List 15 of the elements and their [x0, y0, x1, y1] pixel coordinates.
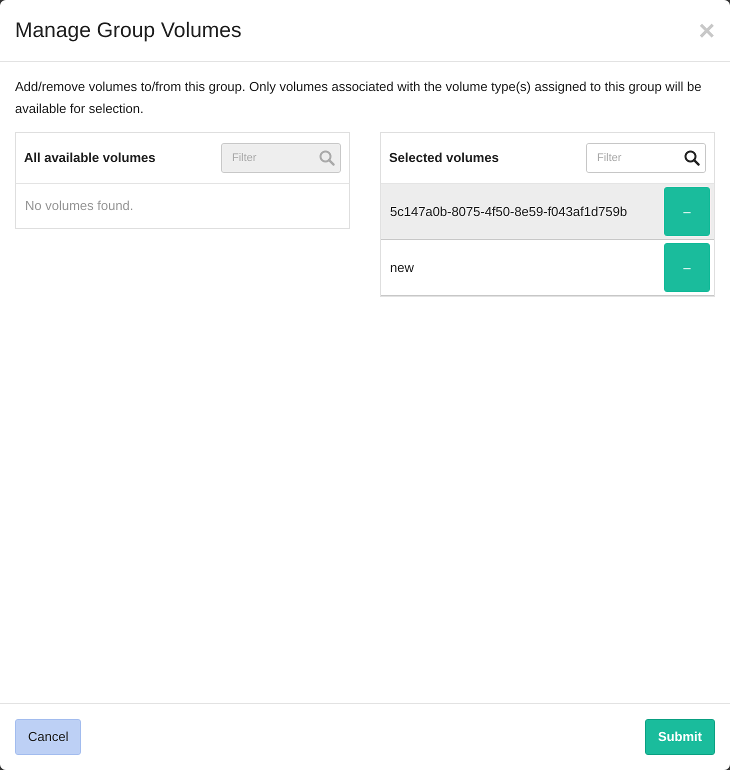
- submit-button[interactable]: Submit: [644, 719, 715, 755]
- empty-message: No volumes found.: [24, 197, 134, 215]
- panel-heading: All available volumes: [24, 149, 156, 168]
- description-text: Add/remove volumes to/from this group. Only volumes associated with the volume type(s) assigned to this group will be available for selection.: [15, 78, 702, 118]
- filter-field[interactable]: Filter: [586, 143, 706, 173]
- remove-button[interactable]: –: [664, 243, 710, 292]
- search-icon: [684, 150, 700, 166]
- search-icon: [319, 150, 335, 166]
- panel-heading: Selected volumes: [389, 149, 499, 168]
- dialog-title: Manage Group Volumes: [15, 18, 242, 44]
- remove-button[interactable]: –: [664, 187, 710, 236]
- cancel-button[interactable]: Cancel: [15, 719, 82, 755]
- volume-name: 5c147a0b-8075-4f50-8e59-f043af1d759b: [390, 202, 628, 221]
- volume-name: new: [390, 258, 414, 277]
- close-button[interactable]: ×: [698, 16, 715, 44]
